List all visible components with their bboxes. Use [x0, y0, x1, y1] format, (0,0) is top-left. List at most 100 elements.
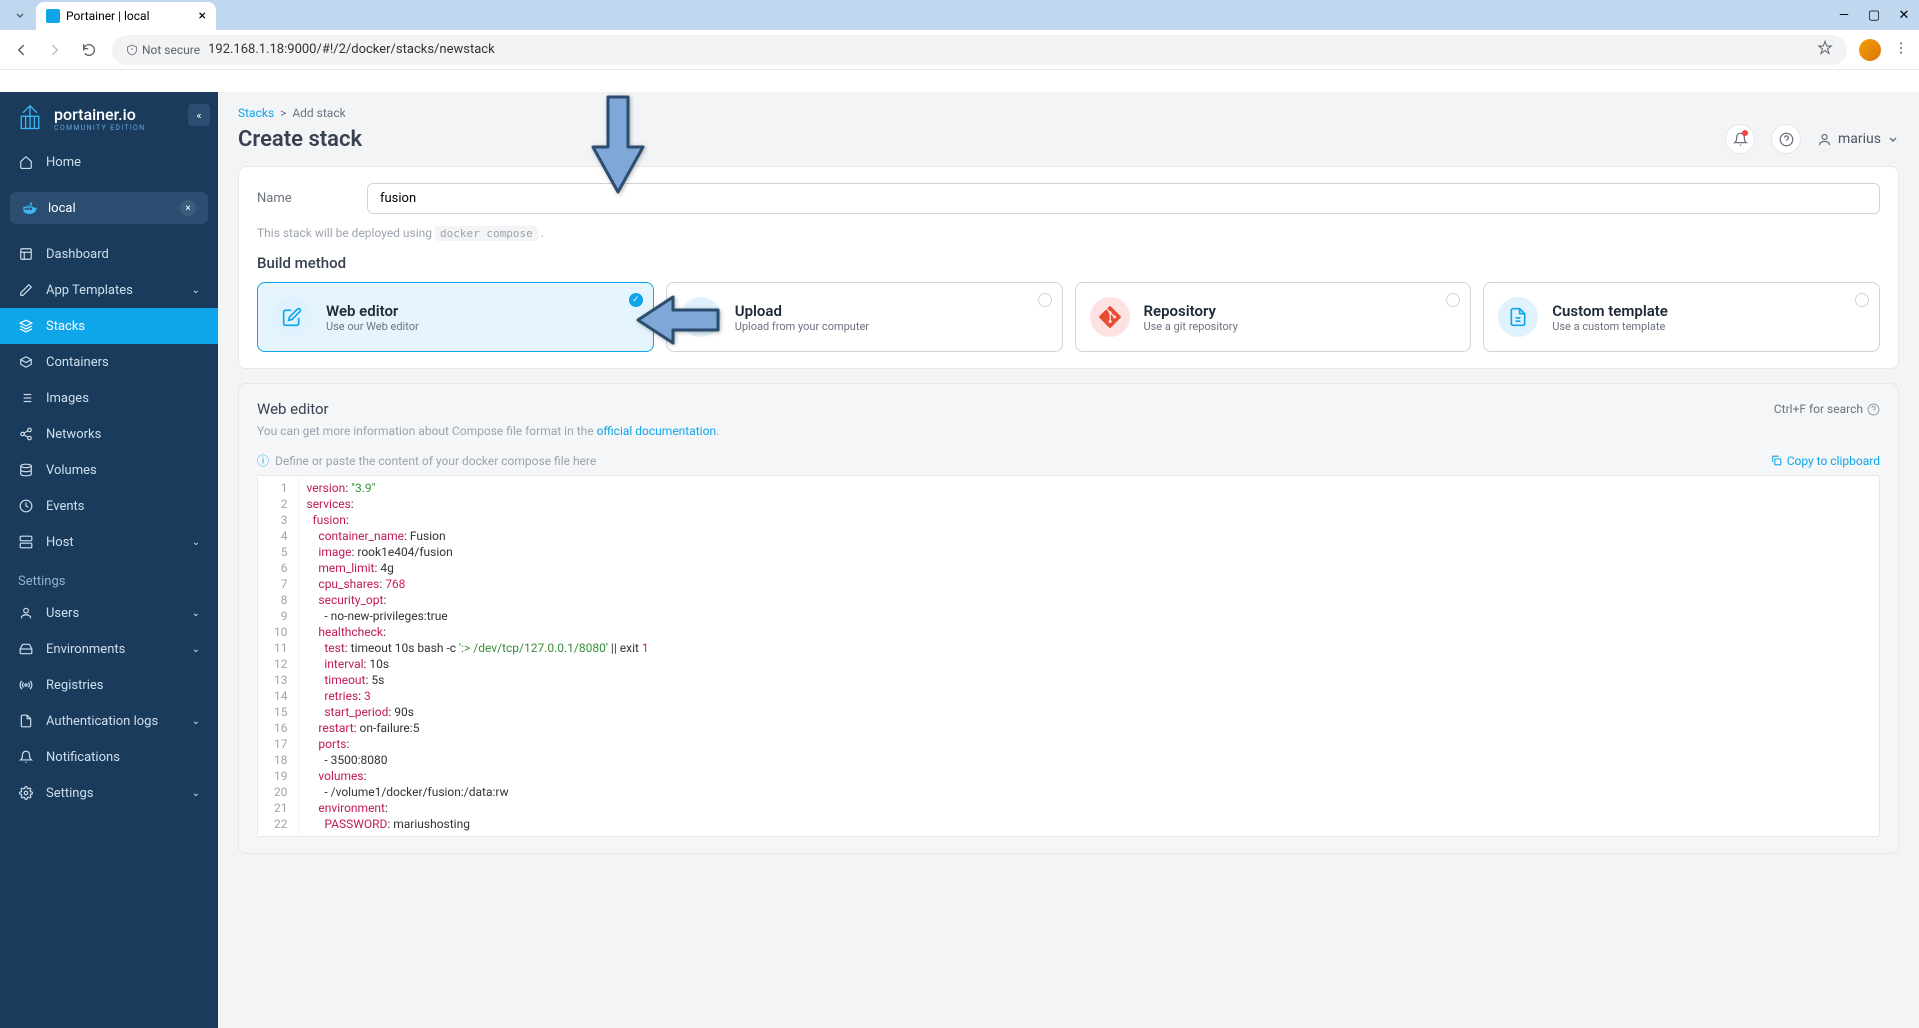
name-label: Name	[257, 191, 347, 206]
info-icon: ⓘ	[257, 452, 269, 469]
sidebar-item-volumes[interactable]: Volumes	[0, 452, 218, 488]
chevron-down-icon	[1887, 133, 1899, 145]
window-close-icon[interactable]: ✕	[1897, 8, 1911, 22]
sidebar-item-settings[interactable]: Settings⌄	[0, 775, 218, 811]
edit-icon	[272, 297, 312, 337]
user-menu[interactable]: marius	[1817, 131, 1899, 147]
security-badge[interactable]: Not secure	[126, 43, 200, 57]
bookmark-star-icon[interactable]	[1817, 40, 1833, 60]
sidebar-item-dashboard[interactable]: Dashboard	[0, 236, 218, 272]
browser-tab[interactable]: Portainer | local ×	[36, 2, 216, 30]
browser-tab-strip: Portainer | local × — ▢ ✕	[0, 0, 1919, 30]
sidebar-item-images[interactable]: Images	[0, 380, 218, 416]
sidebar-item-containers[interactable]: Containers	[0, 344, 218, 380]
sidebar-item-authentication-logs[interactable]: Authentication logs⌄	[0, 703, 218, 739]
layers-icon	[18, 318, 34, 334]
home-icon	[18, 154, 34, 170]
editor-description: You can get more information about Compo…	[257, 424, 1880, 438]
settings-section-label: Settings	[0, 560, 218, 595]
bell-icon	[18, 749, 34, 765]
notifications-button[interactable]	[1725, 124, 1755, 154]
chevron-down-icon: ⌄	[192, 644, 200, 655]
chrome-menu-icon[interactable]	[1893, 40, 1909, 60]
profile-avatar[interactable]	[1859, 39, 1881, 61]
code-editor[interactable]: 12345678910111213141516171819202122 vers…	[257, 475, 1880, 837]
search-hint: Ctrl+F for search	[1774, 402, 1880, 416]
tab-favicon-icon	[46, 9, 60, 23]
sidebar-logo[interactable]: portainer.io COMMUNITY EDITION	[0, 92, 218, 144]
sidebar-item-environments[interactable]: Environments⌄	[0, 631, 218, 667]
radio-indicator	[1446, 293, 1460, 307]
breadcrumb: Stacks > Add stack	[238, 106, 1899, 120]
copy-icon	[1770, 454, 1783, 467]
build-method-web-editor[interactable]: Web editorUse our Web editor ✓	[257, 282, 654, 352]
docs-link[interactable]: official documentation	[597, 424, 717, 438]
sidebar-item-notifications[interactable]: Notifications	[0, 739, 218, 775]
portainer-logo-icon	[16, 104, 44, 132]
sidebar-item-host[interactable]: Host⌄	[0, 524, 218, 560]
stack-name-input[interactable]	[367, 183, 1880, 214]
radio-indicator: ✓	[629, 293, 643, 307]
chevron-down-icon: ⌄	[192, 608, 200, 619]
web-editor-card: Web editor Ctrl+F for search You can get…	[238, 383, 1899, 854]
sidebar-item-registries[interactable]: Registries	[0, 667, 218, 703]
window-maximize-icon[interactable]: ▢	[1867, 8, 1881, 22]
layout-icon	[18, 246, 34, 262]
reload-button[interactable]	[78, 39, 100, 61]
server-icon	[18, 534, 34, 550]
breadcrumb-current: Add stack	[292, 106, 345, 120]
page-title: Create stack	[238, 127, 362, 152]
address-bar[interactable]: Not secure 192.168.1.18:9000/#!/2/docker…	[112, 35, 1847, 65]
sidebar-item-events[interactable]: Events	[0, 488, 218, 524]
user-icon	[18, 605, 34, 621]
help-button[interactable]	[1771, 124, 1801, 154]
file-icon	[18, 713, 34, 729]
radio-indicator	[1038, 293, 1052, 307]
upload-icon	[681, 297, 721, 337]
clock-icon	[18, 498, 34, 514]
line-numbers: 12345678910111213141516171819202122	[258, 476, 299, 836]
tab-title: Portainer | local	[66, 9, 150, 23]
file-icon	[1498, 297, 1538, 337]
sidebar-item-users[interactable]: Users⌄	[0, 595, 218, 631]
tab-dropdown-icon[interactable]	[8, 3, 32, 27]
sidebar-collapse-button[interactable]: «	[188, 104, 210, 126]
name-card: Name This stack will be deployed using d…	[238, 166, 1899, 369]
chevron-down-icon: ⌄	[192, 788, 200, 799]
build-method-upload[interactable]: UploadUpload from your computer	[666, 282, 1063, 352]
blank-strip	[0, 70, 1919, 92]
build-method-custom-template[interactable]: Custom templateUse a custom template	[1483, 282, 1880, 352]
help-circle-icon	[1867, 403, 1880, 416]
chevron-down-icon: ⌄	[192, 285, 200, 296]
database-icon	[18, 462, 34, 478]
hdd-icon	[18, 641, 34, 657]
build-method-repository[interactable]: RepositoryUse a git repository	[1075, 282, 1472, 352]
logo-title: portainer.io	[54, 105, 145, 124]
radio-icon	[18, 677, 34, 693]
browser-toolbar: Not secure 192.168.1.18:9000/#!/2/docker…	[0, 30, 1919, 70]
env-close-icon[interactable]: ×	[180, 200, 196, 216]
edit-icon	[18, 282, 34, 298]
chevron-down-icon: ⌄	[192, 537, 200, 548]
paste-hint: ⓘ Define or paste the content of your do…	[257, 452, 596, 469]
git-icon	[1090, 297, 1130, 337]
environment-selector[interactable]: local ×	[10, 192, 208, 224]
sidebar-item-app-templates[interactable]: App Templates⌄	[0, 272, 218, 308]
tab-close-icon[interactable]: ×	[199, 8, 206, 24]
chevron-down-icon: ⌄	[192, 716, 200, 727]
sidebar-item-networks[interactable]: Networks	[0, 416, 218, 452]
user-icon	[1817, 132, 1832, 147]
sidebar-item-stacks[interactable]: Stacks	[0, 308, 218, 344]
window-minimize-icon[interactable]: —	[1837, 8, 1851, 22]
breadcrumb-root[interactable]: Stacks	[238, 106, 274, 120]
radio-indicator	[1855, 293, 1869, 307]
forward-button[interactable]	[44, 39, 66, 61]
back-button[interactable]	[10, 39, 32, 61]
url-text: 192.168.1.18:9000/#!/2/docker/stacks/new…	[208, 42, 495, 57]
logo-subtitle: COMMUNITY EDITION	[54, 124, 145, 132]
sidebar: portainer.io COMMUNITY EDITION « Home lo…	[0, 92, 218, 1028]
copy-to-clipboard-button[interactable]: Copy to clipboard	[1770, 454, 1880, 468]
sidebar-item-home[interactable]: Home	[0, 144, 218, 180]
list-icon	[18, 390, 34, 406]
code-content[interactable]: version: "3.9"services: fusion: containe…	[299, 476, 1880, 836]
